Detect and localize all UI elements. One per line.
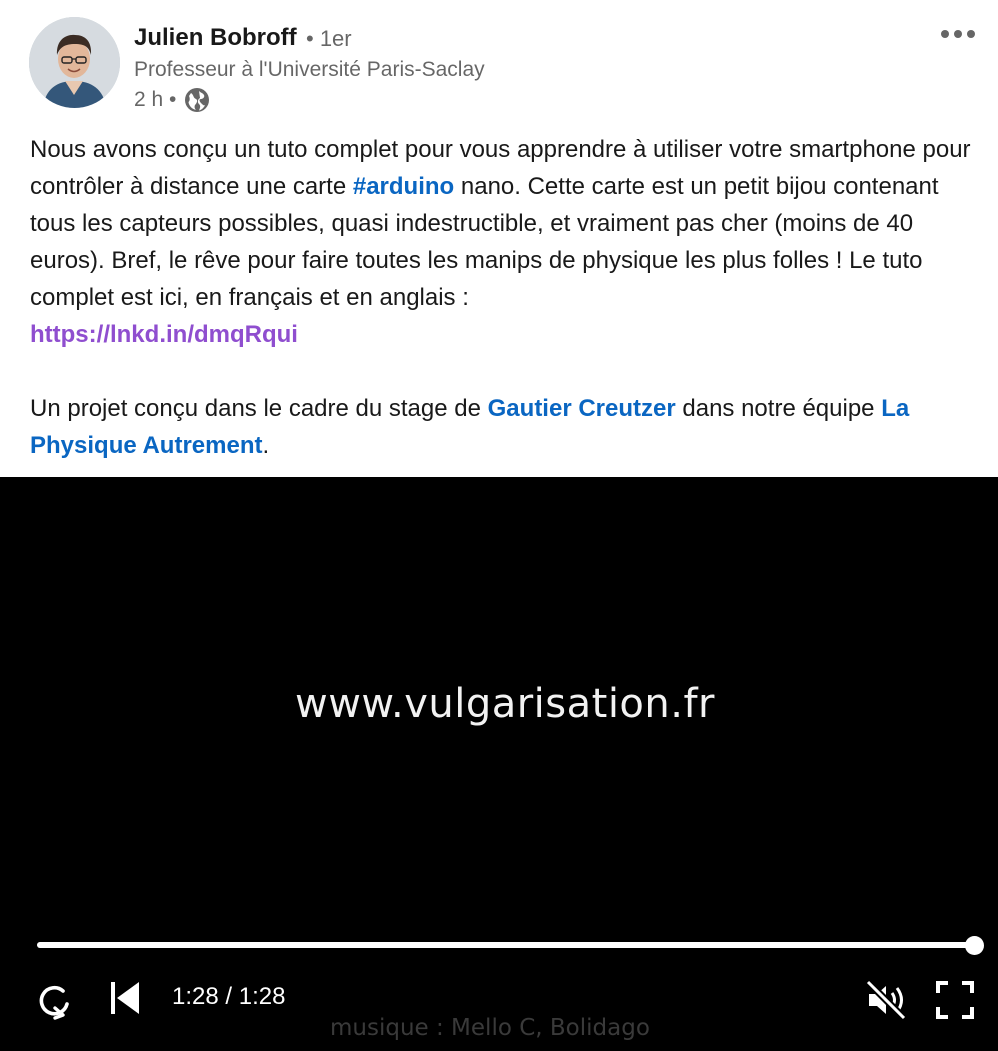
post-commentary: Nous avons conçu un tuto complet pour vo… [30, 131, 985, 464]
replay-icon [39, 985, 69, 1020]
replay-button[interactable] [32, 977, 78, 1023]
more-dot [954, 30, 962, 38]
avatar-photo [29, 17, 120, 108]
video-time-display: 1:28 / 1:28 [172, 983, 286, 1010]
more-dot [967, 30, 975, 38]
mute-button[interactable] [864, 977, 910, 1023]
video-progress-bar[interactable] [37, 942, 974, 948]
commentary-text: dans notre équipe [675, 395, 882, 422]
video-progress-fill [37, 942, 974, 948]
video-player[interactable]: www.vulgarisation.fr 1:28 / 1:28 musique… [0, 477, 998, 1051]
commentary-paragraph-1: Nous avons conçu un tuto complet pour vo… [30, 131, 985, 353]
skip-previous-icon [111, 982, 139, 1014]
volume-muted-icon [865, 979, 907, 1021]
commentary-text: Un projet conçu dans le cadre du stage d… [30, 395, 488, 422]
external-link[interactable]: https://lnkd.in/dmqRqui [30, 321, 298, 348]
commentary-text: . [262, 432, 270, 459]
video-music-credit: musique : Mello C, Bolidago [330, 1015, 650, 1041]
mention-person[interactable]: Gautier Creutzer [488, 395, 676, 422]
post-timestamp: 2 h • [134, 87, 210, 113]
video-frame-caption: www.vulgarisation.fr [295, 681, 715, 727]
fullscreen-button[interactable] [932, 977, 978, 1023]
more-dot [941, 30, 949, 38]
fullscreen-icon [936, 981, 974, 1019]
connection-degree: • 1er [306, 26, 352, 51]
author-name[interactable]: Julien Bobroff [134, 24, 297, 52]
feed-post: Julien Bobroff • 1er Professeur à l'Univ… [0, 0, 998, 1051]
post-header: Julien Bobroff • 1er Professeur à l'Univ… [0, 0, 998, 130]
commentary-paragraph-2: Un projet conçu dans le cadre du stage d… [30, 390, 985, 464]
author-avatar[interactable] [29, 17, 120, 108]
post-time-label: 2 h • [134, 88, 177, 111]
author-headline: Professeur à l'Université Paris-Saclay [134, 58, 485, 81]
more-options-button[interactable] [930, 20, 986, 48]
video-progress-handle[interactable] [964, 936, 984, 955]
globe-icon [184, 87, 210, 113]
hashtag-link[interactable]: #arduino [353, 173, 454, 200]
skip-previous-button[interactable] [104, 977, 146, 1019]
